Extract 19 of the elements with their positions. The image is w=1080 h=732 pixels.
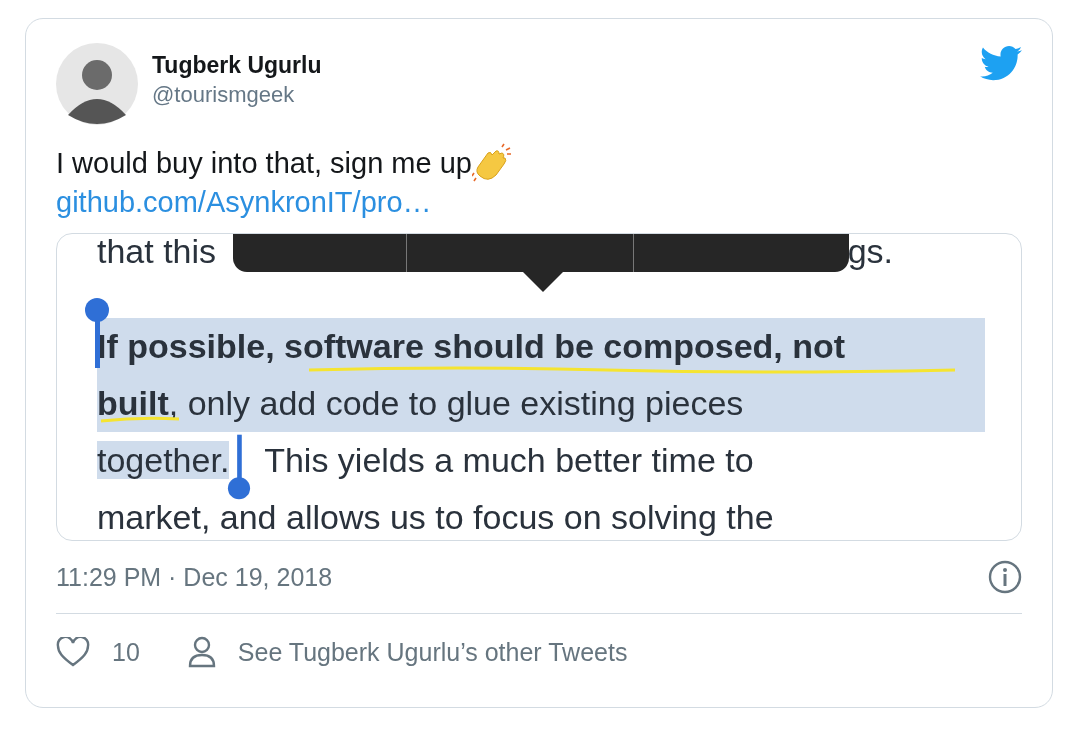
heart-icon[interactable] xyxy=(56,637,90,667)
like-count: 10 xyxy=(112,637,140,667)
person-icon[interactable] xyxy=(187,636,216,668)
selection-handle[interactable] xyxy=(227,432,251,502)
screenshot-text: together. xyxy=(97,441,230,479)
screenshot-text: market, and allows us to focus on solving the xyxy=(97,498,774,536)
author-handle[interactable]: @tourismgeek xyxy=(152,82,322,108)
screenshot-text: that this xyxy=(97,234,217,268)
bird-icon[interactable] xyxy=(980,46,1022,81)
clapping-hands-icon xyxy=(471,143,512,183)
profile-link[interactable]: See Tugberk Ugurlu’s other Tweets xyxy=(237,637,628,667)
tweet-text: I would buy into that, sign me up xyxy=(56,146,472,180)
info-icon[interactable] xyxy=(988,560,1022,594)
author-name[interactable]: Tugberk Ugurlu xyxy=(152,52,322,79)
screenshot-text: This yields a much better time to xyxy=(263,441,754,479)
tweet-link[interactable]: github.com/AsynkronIT/pro… xyxy=(56,186,1022,219)
screenshot-text: gs. xyxy=(847,234,893,268)
timestamp[interactable]: 11:29 PM · Dec 19, 2018 xyxy=(56,562,333,592)
avatar[interactable] xyxy=(56,43,138,125)
